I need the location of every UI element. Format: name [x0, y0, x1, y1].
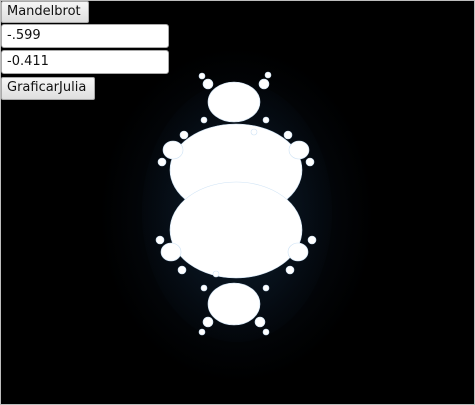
top-left-tip: [202, 78, 214, 90]
top-right-tip: [258, 78, 270, 90]
bottom-left-tip: [202, 316, 214, 328]
mandelbrot-button[interactable]: Mandelbrot: [1, 1, 89, 23]
top-bulb: [207, 81, 261, 123]
bottom-bulb: [207, 282, 261, 326]
graph-julia-button[interactable]: GraficarJulia: [1, 77, 95, 100]
top-left-tip-small: [198, 72, 206, 80]
bottom-tip: [198, 328, 206, 336]
left-lower-bulb: [160, 242, 182, 262]
right-upper-bulb: [288, 140, 310, 160]
real-part-input[interactable]: -.599: [1, 24, 169, 48]
right-lower-bulb: [287, 242, 309, 262]
app-window: Mandelbrot -.599 -0.411 GraficarJulia: [0, 0, 475, 405]
top-tip: [264, 71, 272, 79]
imaginary-part-input[interactable]: -0.411: [1, 50, 169, 74]
bottom-right-tip-small: [262, 328, 270, 336]
bottom-right-tip: [254, 316, 266, 328]
left-upper-bulb: [162, 140, 184, 160]
lower-body: [169, 181, 303, 279]
